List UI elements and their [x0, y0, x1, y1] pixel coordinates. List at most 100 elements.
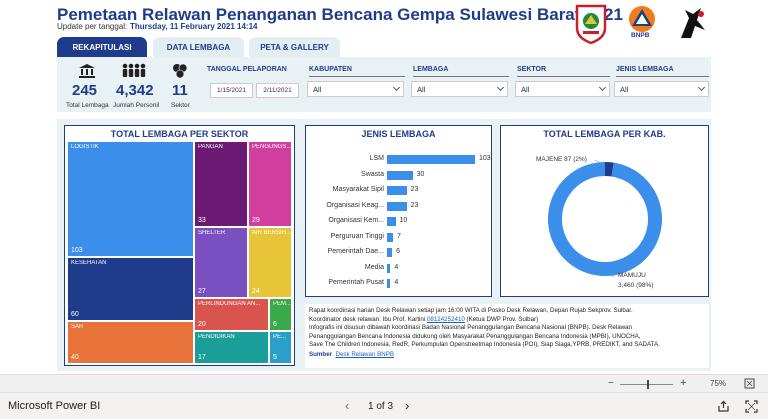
zoom-out-button[interactable]: − — [608, 378, 614, 389]
share-icon[interactable] — [717, 400, 730, 413]
treemap-cell[interactable]: PENDIDIKAN 17 — [194, 331, 269, 364]
chevron-down-icon — [598, 83, 607, 92]
bar-category-label: Organisasi Kem... — [328, 217, 384, 224]
bar-value-label: 30 — [416, 170, 425, 178]
treemap-cell-name: PENGUNGS... — [252, 144, 292, 150]
bar-category-label: Swasta — [361, 170, 384, 178]
fullscreen-icon[interactable] — [745, 400, 758, 413]
bar[interactable] — [387, 201, 407, 211]
treemap-cell[interactable]: PENGUNGS... 29 — [248, 141, 292, 227]
treemap-cell[interactable]: SHELTER 27 — [194, 227, 248, 298]
prev-page-button[interactable]: ‹ — [345, 398, 349, 413]
bar[interactable] — [387, 217, 396, 226]
treemap-cell[interactable]: PE... 5 — [269, 331, 292, 364]
bar[interactable] — [387, 155, 475, 164]
bar-value-label: 6 — [396, 248, 401, 255]
filter-date-label: TANGGAL PELAPORAN — [207, 66, 287, 73]
page-indicator: 1 of 3 — [368, 401, 394, 412]
powerbi-footer: Microsoft Power BI ‹ 1 of 3 › — [0, 392, 768, 419]
bar-value-label: 4 — [394, 279, 399, 286]
treemap-cell-name: PANGAN — [198, 144, 223, 150]
treemap-cell-value: 5 — [273, 354, 277, 361]
tab-rekapitulasi[interactable]: REKAPITULASI — [57, 37, 147, 57]
info-text-box: Rapat koordinasi harian Desk Relawan set… — [305, 304, 709, 368]
treemap-cell-value: 103 — [71, 247, 83, 254]
kpi-sektor-value: 11 — [172, 82, 188, 99]
fit-to-page-icon[interactable] — [744, 378, 755, 389]
bar[interactable] — [387, 232, 393, 242]
zoom-bar: − + 75% — [0, 374, 768, 392]
treemap-cell-name: LOGISTIK — [71, 144, 99, 150]
lembaga-dropdown[interactable]: All — [411, 81, 508, 97]
treemap-cell[interactable]: PERLINDUNGAN AN... 20 — [194, 298, 269, 331]
desk-relawan-logo-icon — [681, 8, 705, 38]
filter-divider — [413, 76, 509, 77]
zoom-level: 75% — [710, 379, 727, 388]
bar-category-label: Media — [364, 263, 384, 271]
info-line: Koordinator desk relawan: Ibu Prof. Kart… — [309, 316, 705, 325]
filter-lembaga-label: LEMBAGA — [413, 66, 449, 73]
treemap-title: TOTAL LEMBAGA PER SEKTOR — [110, 129, 249, 139]
treemap-cell-name: AIR BERSIH... — [252, 230, 292, 236]
zoom-slider-thumb[interactable] — [646, 380, 649, 389]
next-page-button[interactable]: › — [405, 398, 409, 413]
bar[interactable] — [387, 170, 413, 180]
phone-link[interactable]: 08124252410 — [427, 316, 465, 323]
bar-chart-card: JENIS LEMBAGA LSM 103 Swasta 30 Masyarakat S… — [305, 125, 492, 297]
donut-label-majene: MAJENE 87 (2%) — [536, 156, 587, 163]
source-link[interactable]: Desk Relawan BNPB — [336, 351, 394, 358]
bar-value-label: 23 — [410, 201, 419, 209]
zoom-in-button[interactable]: + — [680, 377, 686, 389]
donut-slice-mamuju[interactable] — [548, 162, 662, 276]
treemap-cell[interactable]: AIR BERSIH... 24 — [248, 227, 292, 298]
bar[interactable] — [387, 248, 393, 257]
info-line: Penanggulangan Bencana Indonesia didukun… — [309, 332, 641, 340]
update-label: Update per tanggal: — [57, 22, 128, 31]
treemap-cell[interactable]: SAR 40 — [67, 321, 194, 364]
filter-divider — [616, 76, 709, 77]
date-to-input[interactable]: 2/11/2021 — [256, 83, 299, 98]
treemap-card: TOTAL LEMBAGA PER SEKTOR LOGISTIK 103 KESE… — [64, 125, 295, 366]
donut-chart-card: TOTAL LEMBAGA PER KAB. MAJENE 87 (2%) MA… — [500, 125, 709, 297]
bar[interactable] — [387, 186, 407, 195]
info-coordinator-role: (Ketua DWP Prov. Sulbar) — [464, 315, 539, 323]
filter-divider — [309, 76, 405, 77]
lembaga-dropdown-value: All — [417, 84, 426, 94]
update-value: Thursday, 11 February 2021 14:14 — [130, 22, 258, 31]
filter-jenis-label: JENIS LEMBAGA — [616, 66, 674, 73]
filter-divider — [517, 76, 610, 77]
treemap-cell-name: SAR — [71, 324, 84, 330]
source-line: Sumber Desk Relawan BNPB — [309, 351, 705, 360]
sektor-dropdown[interactable]: All — [515, 81, 610, 97]
treemap-cell[interactable]: PEM... 6 — [269, 298, 292, 331]
filter-sektor-label: SEKTOR — [517, 66, 547, 73]
treemap-cell-value: 24 — [252, 288, 260, 295]
treemap-cell-value: 60 — [71, 311, 79, 318]
bar-category-label: Pemerintah Dae... — [327, 248, 384, 255]
date-from-input[interactable]: 1/15/2021 — [210, 83, 253, 98]
treemap-cell[interactable]: LOGISTIK 103 — [67, 141, 194, 257]
chevron-down-icon — [697, 83, 706, 92]
bar-category-label: LSM — [369, 155, 384, 162]
province-emblem-icon — [575, 4, 607, 44]
treemap-cell[interactable]: KESEHATAN 60 — [67, 257, 194, 321]
treemap-area: LOGISTIK 103 KESEHATAN 60 SAR 40 PANGAN 33 PENGU… — [67, 141, 292, 364]
kpi-total-lembaga-label: Total Lembaga — [66, 102, 109, 109]
jenis-lembaga-dropdown[interactable]: All — [614, 81, 709, 97]
treemap-cell[interactable]: PANGAN 33 — [194, 141, 248, 227]
treemap-cell-name: SHELTER — [198, 230, 226, 236]
kpi-jumlah-personil-value: 4,342 — [116, 82, 154, 99]
bar-category-label: Perguruan Tinggi — [330, 232, 384, 240]
tab-data-lembaga[interactable]: DATA LEMBAGA — [153, 37, 244, 57]
treemap-cell-value: 33 — [198, 217, 206, 224]
report-canvas: Pemetaan Relawan Penanganan Bencana Gemp… — [0, 0, 768, 392]
kabupaten-dropdown[interactable]: All — [307, 81, 404, 97]
bar-chart-area: LSM 103 Swasta 30 Masyarakat Sipil 23 Organisa… — [306, 126, 491, 296]
tab-peta-gallery[interactable]: PETA & GALLERY — [249, 37, 340, 57]
bar[interactable] — [387, 263, 391, 273]
treemap-cell-value: 40 — [71, 354, 79, 361]
treemap-cell-name: PERLINDUNGAN AN... — [198, 301, 261, 307]
sector-icon — [173, 63, 188, 79]
bar-category-label: Organisasi Keag... — [326, 201, 384, 209]
bar[interactable] — [387, 279, 391, 288]
